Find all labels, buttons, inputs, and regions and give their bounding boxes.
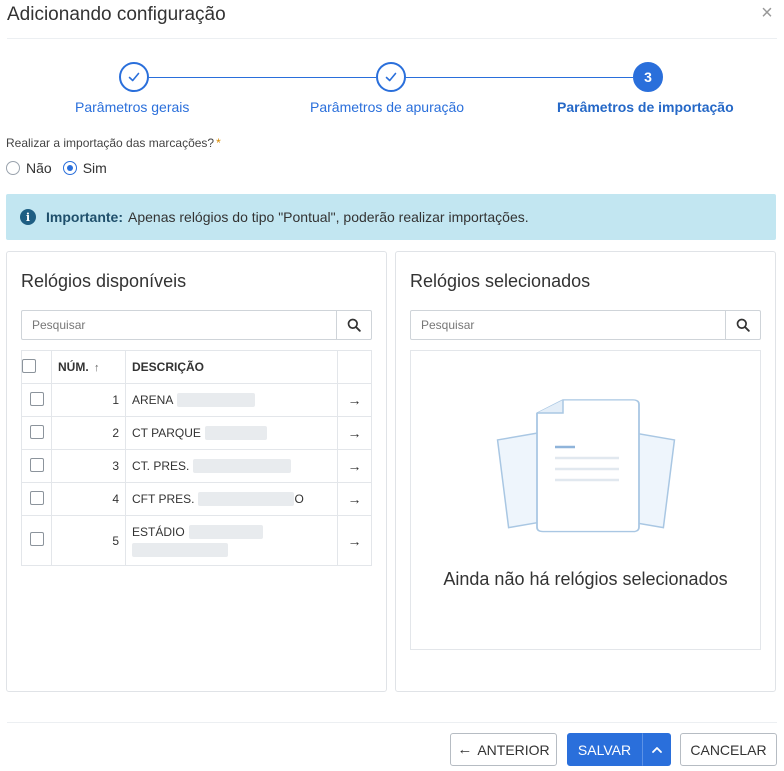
available-search (21, 310, 372, 340)
table-row[interactable]: 2 CT PARQUE → (21, 416, 372, 450)
row-desc-text: ESTÁDIO (132, 524, 185, 539)
select-all-cell (21, 350, 52, 384)
step-3-label[interactable]: Parâmetros de importação (557, 99, 734, 115)
chevron-up-icon (651, 746, 662, 753)
search-icon (736, 318, 750, 332)
redacted-text (198, 492, 295, 507)
row-checkbox[interactable] (29, 391, 44, 406)
import-radio-group: Não Sim (6, 160, 118, 176)
step-connector (149, 77, 376, 78)
row-num: 3 (51, 449, 126, 483)
arrow-right-icon[interactable]: → (348, 533, 362, 549)
step-3-number: 3 (644, 69, 652, 85)
arrow-right-icon[interactable]: → (348, 491, 362, 507)
available-panel: Relógios disponíveis NÚM. ↑ DESCRIÇÃO 1 … (6, 251, 387, 692)
table-row[interactable]: 3 CT. PRES. → (21, 449, 372, 483)
step-connector (406, 77, 633, 78)
row-desc: ESTÁDIO (125, 515, 338, 566)
row-desc: CT PARQUE (125, 416, 338, 450)
arrow-left-icon: ← (457, 741, 473, 758)
row-desc: ARENA (125, 383, 338, 417)
cancel-button-label: CANCELAR (690, 741, 767, 758)
redacted-text (177, 393, 256, 408)
save-options-button[interactable] (642, 733, 671, 766)
selected-search-button[interactable] (725, 311, 760, 339)
save-button[interactable]: SALVAR (567, 733, 642, 766)
dialog-title: Adicionando configuração (7, 4, 226, 25)
table-row[interactable]: 4 CFT PRES. O → (21, 482, 372, 516)
available-search-input[interactable] (22, 311, 336, 339)
cancel-button[interactable]: CANCELAR (680, 733, 777, 766)
selected-search (410, 310, 761, 340)
row-checkbox[interactable] (29, 532, 44, 546)
radio-sim[interactable] (62, 161, 77, 175)
select-all-checkbox[interactable] (22, 358, 36, 373)
alert-text: Apenas relógios do tipo "Pontual", poder… (128, 209, 529, 225)
radio-nao-label[interactable]: Não (26, 160, 52, 176)
required-mark: * (216, 136, 221, 150)
available-search-button[interactable] (336, 311, 371, 339)
check-icon (385, 72, 397, 82)
row-desc-text: ARENA (132, 392, 174, 407)
available-table: NÚM. ↑ DESCRIÇÃO 1 ARENA → 2 CT PARQUE →… (21, 350, 372, 566)
table-row[interactable]: 5 ESTÁDIO → (21, 515, 372, 566)
import-question-label: Realizar a importação das marcações? (6, 136, 215, 150)
arrow-right-icon[interactable]: → (348, 392, 362, 408)
empty-state-text: Ainda não há relógios selecionados (443, 569, 728, 589)
row-num: 5 (51, 515, 126, 566)
radio-sim-label[interactable]: Sim (83, 160, 107, 176)
redacted-text (132, 543, 228, 558)
row-desc-text: CT PARQUE (132, 425, 201, 440)
import-question: Realizar a importação das marcações? * (6, 136, 221, 150)
previous-button-label: ANTERIOR (477, 741, 550, 758)
action-column-header (337, 350, 372, 384)
row-desc-suffix: O (294, 491, 304, 506)
row-num: 1 (51, 383, 126, 417)
previous-button[interactable]: ← ANTERIOR (450, 733, 557, 766)
info-icon: i (20, 209, 36, 225)
row-desc-text: CFT PRES. (132, 491, 195, 506)
desc-column-header[interactable]: DESCRIÇÃO (125, 350, 338, 384)
step-2-label[interactable]: Parâmetros de apuração (310, 99, 464, 115)
num-column-label: NÚM. (58, 360, 89, 374)
radio-nao[interactable] (6, 161, 20, 175)
row-checkbox[interactable] (29, 490, 44, 505)
row-checkbox[interactable] (29, 457, 44, 472)
step-2-circle[interactable] (376, 62, 406, 92)
redacted-text (204, 426, 267, 441)
close-icon[interactable]: × (758, 3, 776, 23)
row-num: 2 (51, 416, 126, 450)
available-title: Relógios disponíveis (21, 271, 187, 291)
row-desc-text: CT. PRES. (132, 458, 190, 473)
step-1-label[interactable]: Parâmetros gerais (75, 99, 189, 115)
sort-asc-icon: ↑ (94, 362, 100, 374)
alert-strong: Importante: (46, 209, 123, 225)
arrow-right-icon[interactable]: → (348, 458, 362, 474)
desc-column-label: DESCRIÇÃO (132, 360, 205, 374)
empty-documents-icon (496, 399, 676, 533)
redacted-text (193, 459, 292, 474)
num-column-header[interactable]: NÚM. ↑ (51, 350, 126, 384)
redacted-text (188, 525, 263, 540)
selected-search-input[interactable] (411, 311, 725, 339)
footer-divider (7, 722, 777, 723)
selected-panel: Relógios selecionados Ainda não há relóg… (395, 251, 776, 692)
step-3-circle[interactable]: 3 (633, 62, 663, 92)
step-1-circle[interactable] (119, 62, 149, 92)
row-checkbox[interactable] (29, 424, 44, 439)
row-desc: CT. PRES. (125, 449, 338, 483)
header-divider (7, 38, 777, 39)
row-num: 4 (51, 482, 126, 516)
selected-title: Relógios selecionados (410, 271, 591, 291)
arrow-right-icon[interactable]: → (348, 425, 362, 441)
table-row[interactable]: 1 ARENA → (21, 383, 372, 417)
info-alert: i Importante: Apenas relógios do tipo "P… (6, 194, 776, 240)
selected-empty-state: Ainda não há relógios selecionados (410, 350, 761, 650)
row-desc: CFT PRES. O (125, 482, 338, 516)
save-button-label: SALVAR (577, 741, 632, 758)
search-icon (347, 318, 361, 332)
check-icon (128, 72, 140, 82)
table-header-row: NÚM. ↑ DESCRIÇÃO (21, 350, 372, 384)
